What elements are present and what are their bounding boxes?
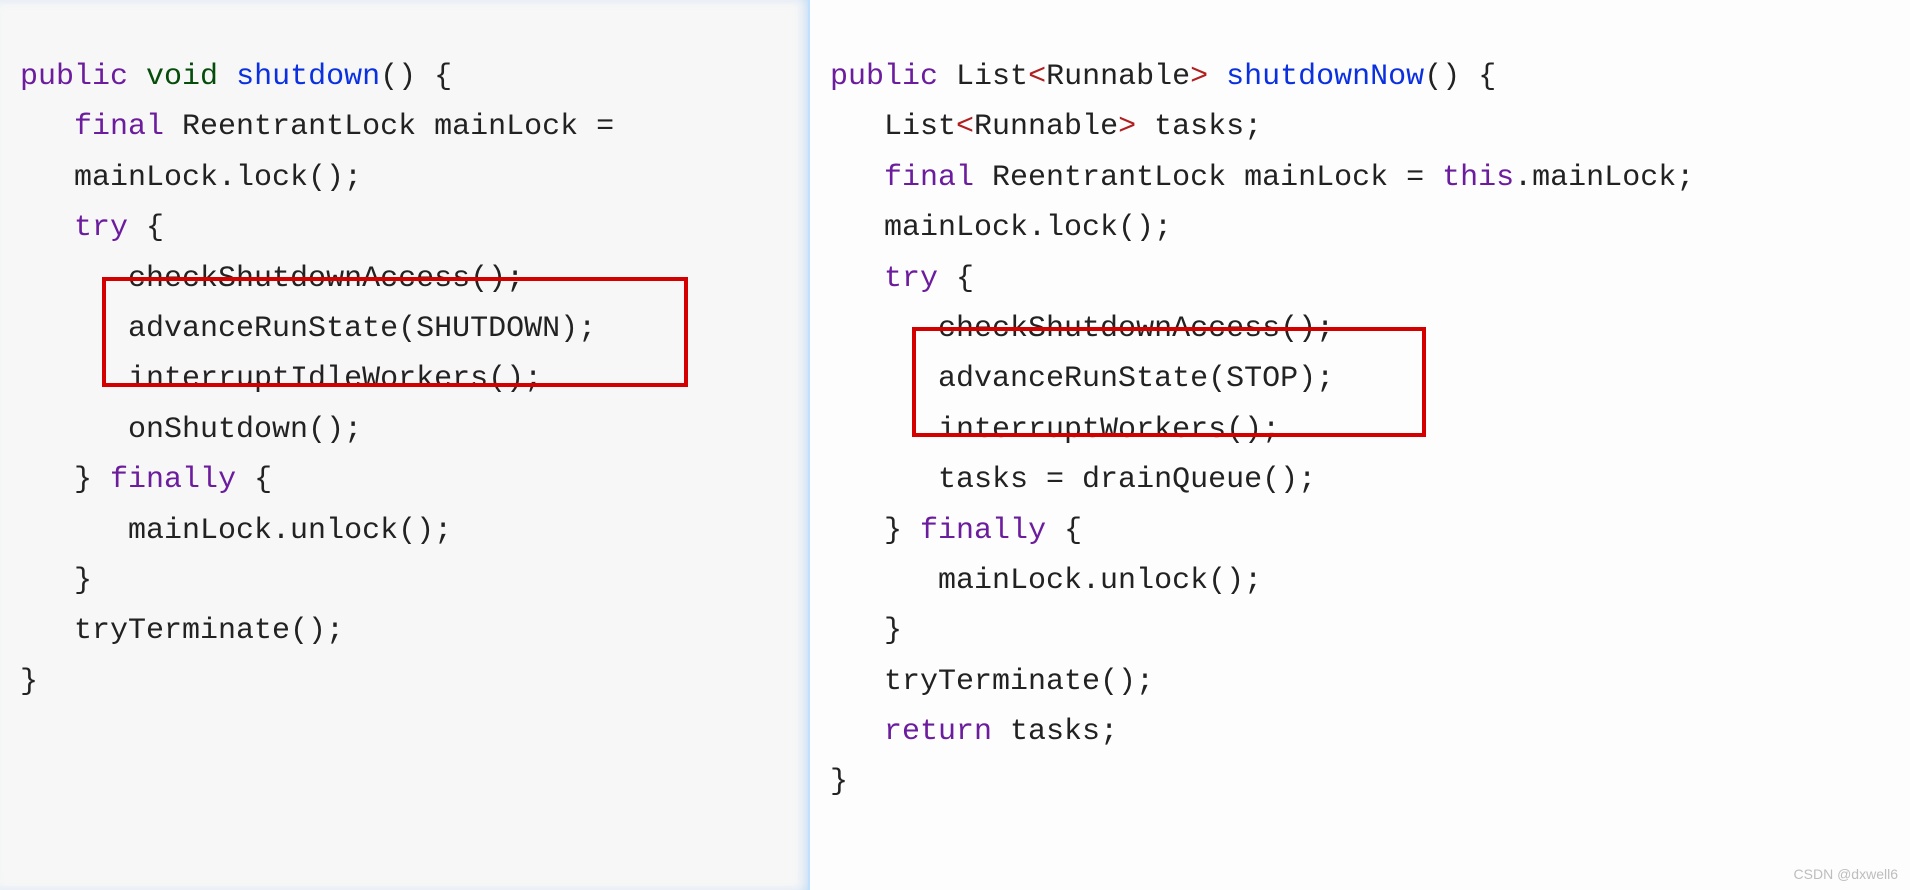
call-advancerunstate: advanceRunState(SHUTDOWN); xyxy=(128,312,596,346)
call-unlock: mainLock.unlock(); xyxy=(128,514,452,548)
call-lock: mainLock.lock(); xyxy=(74,161,362,195)
type-reentrantlock: ReentrantLock xyxy=(182,110,416,144)
dot-mainlock: .mainLock; xyxy=(1514,161,1694,195)
keyword-finally: finally xyxy=(110,463,236,497)
call-interruptworkers: interruptWorkers(); xyxy=(938,413,1280,447)
angle-gt-2: > xyxy=(1118,110,1136,144)
type-list: List xyxy=(956,60,1028,94)
keyword-void: void xyxy=(146,60,218,94)
keyword-finally: finally xyxy=(920,514,1046,548)
angle-gt: > xyxy=(1190,60,1208,94)
angle-lt: < xyxy=(1028,60,1046,94)
left-code-panel: public void shutdown() { final Reentrant… xyxy=(0,0,810,890)
call-advancerunstate: advanceRunState(STOP); xyxy=(938,362,1334,396)
right-code-panel: public List<Runnable> shutdownNow() { Li… xyxy=(810,0,1910,890)
return-tasks: tasks; xyxy=(992,715,1118,749)
code-comparison: public void shutdown() { final Reentrant… xyxy=(0,0,1910,890)
right-code: public List<Runnable> shutdownNow() { Li… xyxy=(830,52,1890,808)
paren-brace: () { xyxy=(1424,60,1496,94)
keyword-final: final xyxy=(74,110,164,144)
var-tasks: tasks; xyxy=(1154,110,1262,144)
brace-close: } xyxy=(74,463,92,497)
call-tryterminate: tryTerminate(); xyxy=(74,614,344,648)
keyword-final: final xyxy=(884,161,974,195)
call-tryterminate: tryTerminate(); xyxy=(884,665,1154,699)
call-interruptidle: interruptIdleWorkers(); xyxy=(128,362,542,396)
brace-open: { xyxy=(938,262,974,296)
keyword-try: try xyxy=(74,211,128,245)
call-checkshutdown: checkShutdownAccess(); xyxy=(938,312,1334,346)
method-name-shutdownnow: shutdownNow xyxy=(1226,60,1424,94)
brace-close-3: } xyxy=(830,765,848,799)
left-code: public void shutdown() { final Reentrant… xyxy=(20,52,788,707)
call-drainqueue: tasks = drainQueue(); xyxy=(938,463,1316,497)
angle-lt-2: < xyxy=(956,110,974,144)
type-runnable-2: Runnable xyxy=(974,110,1118,144)
brace-close: } xyxy=(884,514,902,548)
call-onshutdown: onShutdown(); xyxy=(128,413,362,447)
call-lock: mainLock.lock(); xyxy=(884,211,1172,245)
watermark-text: CSDN @dxwell6 xyxy=(1794,866,1898,882)
call-checkshutdown: checkShutdownAccess(); xyxy=(128,262,524,296)
brace-close-2: } xyxy=(74,564,92,598)
keyword-try: try xyxy=(884,262,938,296)
method-name-shutdown: shutdown xyxy=(236,60,380,94)
keyword-this: this xyxy=(1442,161,1514,195)
paren-brace: () { xyxy=(380,60,452,94)
type-runnable: Runnable xyxy=(1046,60,1190,94)
brace-open-2: { xyxy=(1046,514,1082,548)
keyword-return: return xyxy=(884,715,992,749)
var-mainlock: mainLock = xyxy=(1244,161,1442,195)
brace-open-2: { xyxy=(236,463,272,497)
keyword-public: public xyxy=(830,60,938,94)
var-mainlock: mainLock = xyxy=(434,110,614,144)
brace-close-2: } xyxy=(884,614,902,648)
brace-open: { xyxy=(128,211,164,245)
call-unlock: mainLock.unlock(); xyxy=(938,564,1262,598)
brace-close-3: } xyxy=(20,665,38,699)
keyword-public: public xyxy=(20,60,128,94)
type-reentrantlock: ReentrantLock xyxy=(992,161,1226,195)
type-list-decl: List xyxy=(884,110,956,144)
